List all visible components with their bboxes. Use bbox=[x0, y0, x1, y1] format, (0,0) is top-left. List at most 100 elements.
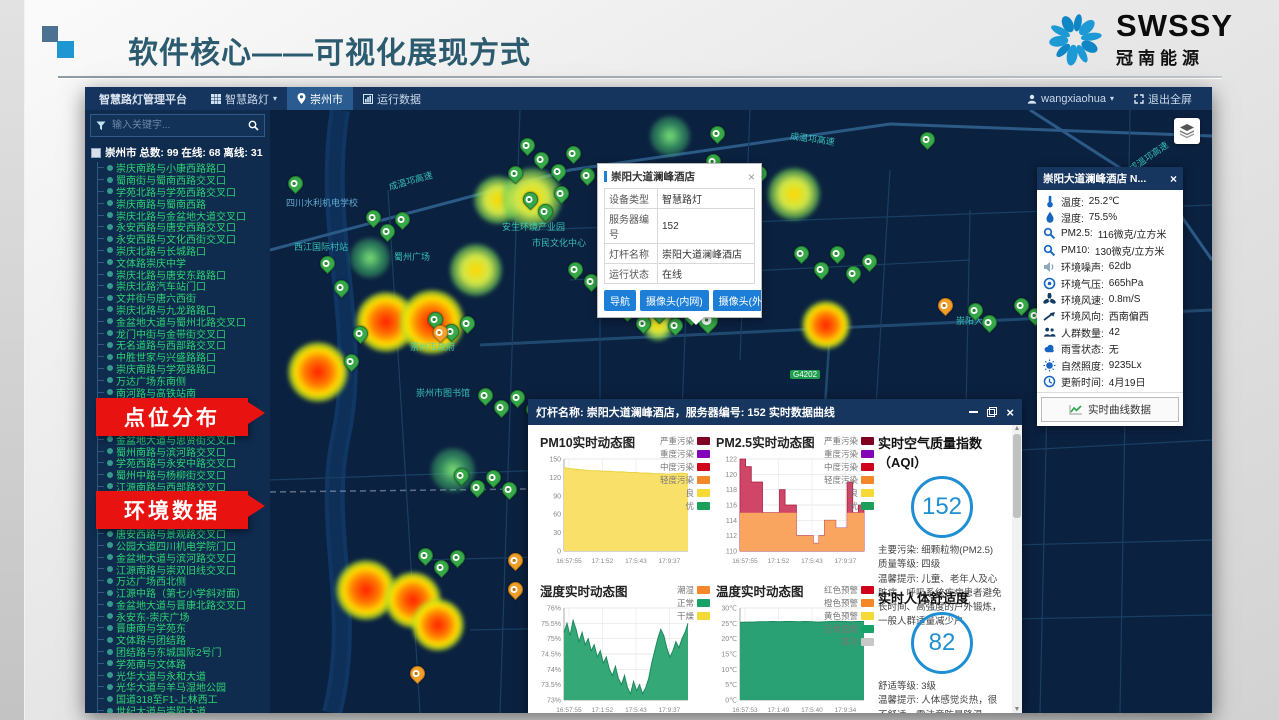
lamp-node-icon bbox=[107, 377, 113, 383]
exit-fullscreen-button[interactable]: 退出全屏 bbox=[1124, 87, 1202, 110]
tree-branch bbox=[98, 309, 104, 310]
svg-text:17:5:40: 17:5:40 bbox=[801, 707, 823, 713]
filter-icon[interactable] bbox=[96, 121, 106, 131]
slide-edge-strip bbox=[0, 0, 25, 720]
env-metric-label: PM2.5: bbox=[1061, 228, 1093, 239]
user-icon bbox=[1027, 94, 1037, 104]
map-layers-button[interactable] bbox=[1174, 118, 1200, 144]
scroll-up-icon[interactable]: ▲ bbox=[1014, 425, 1021, 432]
search-icon[interactable] bbox=[248, 120, 259, 131]
app-brand[interactable]: 智慧路灯管理平台 bbox=[85, 87, 201, 110]
scrollbar-thumb[interactable] bbox=[1013, 434, 1021, 518]
svg-text:150: 150 bbox=[549, 457, 561, 464]
data-panel-title: 灯杆名称: 崇阳大道澜峰酒店，服务器编号: 152 实时数据曲线 bbox=[536, 404, 969, 420]
tree-branch bbox=[98, 250, 104, 251]
tree-branch bbox=[98, 203, 104, 204]
svg-text:122: 122 bbox=[725, 457, 737, 464]
svg-text:17:5:43: 17:5:43 bbox=[625, 707, 647, 713]
svg-text:16:57:55: 16:57:55 bbox=[556, 707, 582, 713]
close-icon[interactable]: × bbox=[748, 171, 755, 183]
search-input[interactable] bbox=[110, 119, 244, 132]
tree-branch bbox=[98, 686, 104, 687]
legend-entry: 重度污染 bbox=[824, 447, 874, 460]
legend-color-chip bbox=[697, 586, 710, 594]
info-value: 152 bbox=[658, 209, 755, 244]
env-metric-row: 环境噪声: 62db bbox=[1043, 259, 1177, 275]
tree-branch bbox=[98, 616, 104, 617]
collapse-toggle-icon[interactable] bbox=[91, 148, 101, 158]
legend-entry: 严重污染 bbox=[660, 434, 710, 447]
tree-branch bbox=[98, 474, 104, 475]
env-metric-row: 环境风速: 0.8m/S bbox=[1043, 291, 1177, 307]
lamp-node-icon bbox=[107, 365, 113, 371]
lamp-node-icon bbox=[107, 637, 113, 643]
svg-text:60: 60 bbox=[553, 512, 561, 519]
svg-text:17:1:49: 17:1:49 bbox=[768, 707, 790, 713]
nav-item-running-data[interactable]: 运行数据 bbox=[353, 87, 431, 110]
lamp-node-icon bbox=[107, 601, 113, 607]
svg-text:0℃: 0℃ bbox=[725, 698, 737, 705]
nav-item-smart-lamp[interactable]: 智慧路灯 ▾ bbox=[201, 87, 287, 110]
realtime-curve-button[interactable]: 实时曲线数据 bbox=[1041, 397, 1179, 422]
panel-scrollbar[interactable]: ▲ ▼ bbox=[1012, 425, 1022, 713]
svg-text:17:9:34: 17:9:34 bbox=[835, 707, 857, 713]
lamp-node-icon bbox=[107, 448, 113, 454]
legend-entry: 优 bbox=[660, 499, 710, 512]
lamp-node-icon bbox=[107, 188, 113, 194]
legend-label: 黄色预警 bbox=[824, 610, 858, 622]
legend-label: 优 bbox=[685, 500, 694, 512]
svg-text:0: 0 bbox=[557, 549, 561, 556]
navigate-button[interactable]: 导航 bbox=[604, 290, 636, 311]
lamp-node-icon bbox=[107, 224, 113, 230]
close-icon[interactable]: × bbox=[1170, 172, 1177, 186]
scroll-down-icon[interactable]: ▼ bbox=[1014, 706, 1021, 713]
info-label: 设备类型 bbox=[605, 189, 658, 209]
close-icon[interactable]: × bbox=[1006, 406, 1014, 419]
page-title: 软件核心——可视化展现方式 bbox=[128, 28, 531, 72]
legend-color-chip bbox=[697, 612, 710, 620]
svg-text:17:9:37: 17:9:37 bbox=[659, 558, 681, 565]
tree-branch bbox=[98, 592, 104, 593]
aqi-gauge-section: 实时空气质量指数（AQI）152主要污染: 细颗粒物(PM2.5) 质量等级: … bbox=[876, 427, 1008, 576]
restore-window-icon[interactable] bbox=[987, 407, 997, 417]
legend-label: 轻度污染 bbox=[660, 474, 694, 486]
user-menu[interactable]: wangxiaohua ▾ bbox=[1017, 87, 1124, 110]
sidebar-tree-item[interactable]: 世纪大道与崇阳大道 bbox=[98, 705, 270, 713]
tree-root-node[interactable]: 崇州市 总数: 99 在线: 68 离线: 31 bbox=[85, 141, 270, 162]
map-road-label: 西江国际村站 bbox=[294, 240, 348, 253]
svg-text:120: 120 bbox=[725, 472, 737, 479]
legend-entry: 红色预警 bbox=[824, 583, 874, 596]
legend-color-chip bbox=[697, 437, 710, 445]
svg-text:16:57:53: 16:57:53 bbox=[732, 707, 758, 713]
legend-entry: 干燥 bbox=[677, 609, 710, 622]
svg-text:110: 110 bbox=[726, 549, 737, 556]
legend-color-chip bbox=[697, 476, 710, 484]
illumination-icon bbox=[1043, 359, 1056, 372]
legend-label: 红色预警 bbox=[824, 584, 858, 596]
svg-text:17:9:37: 17:9:37 bbox=[835, 558, 857, 565]
tree-branch bbox=[98, 557, 104, 558]
svg-text:74%: 74% bbox=[547, 667, 561, 674]
popup-accent-bar bbox=[604, 171, 607, 182]
legend-color-chip bbox=[697, 489, 710, 497]
environment-panel: 崇阳大道澜峰酒店 N... × 温度: 25.2℃湿度: 75.5%PM2.5:… bbox=[1037, 167, 1183, 426]
lamp-node-icon bbox=[107, 672, 113, 678]
lamp-node-icon bbox=[107, 625, 113, 631]
search-bar bbox=[90, 114, 265, 137]
nav-item-city[interactable]: 崇州市 bbox=[287, 87, 353, 110]
svg-text:73.5%: 73.5% bbox=[541, 682, 561, 689]
camera-extranet-button[interactable]: 摄像头(外网) bbox=[713, 290, 761, 311]
lamp-node-icon bbox=[107, 295, 113, 301]
tree-branch bbox=[98, 698, 104, 699]
minimize-icon[interactable] bbox=[969, 411, 978, 413]
tree-branch bbox=[98, 651, 104, 652]
svg-text:30℃: 30℃ bbox=[721, 606, 737, 613]
location-pin-icon bbox=[297, 93, 306, 104]
logo-wordmark: SWSSY bbox=[1116, 10, 1233, 41]
svg-text:75%: 75% bbox=[547, 636, 561, 643]
tree-branch bbox=[98, 274, 104, 275]
lamp-node-icon bbox=[107, 389, 113, 395]
chart-legend: 潮湿正常干燥 bbox=[677, 583, 710, 622]
camera-intranet-button[interactable]: 摄像头(内网) bbox=[640, 290, 709, 311]
chevron-down-icon: ▾ bbox=[1110, 94, 1114, 103]
